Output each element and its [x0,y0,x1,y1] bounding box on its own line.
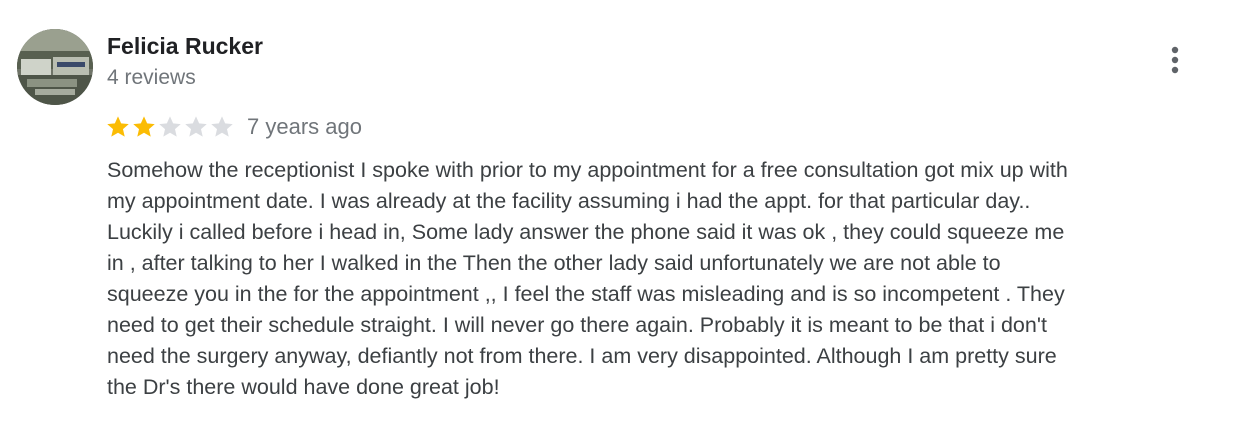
more-options-button[interactable] [1156,38,1194,82]
star-empty-icon [185,116,207,137]
star-filled-icon [107,116,129,137]
review-time: 7 years ago [247,114,362,139]
review-card: Felicia Rucker 4 reviews 7 years ago Som… [0,0,1248,422]
review-text: Somehow the receptionist I spoke with pr… [107,158,1068,399]
star-filled-icon [133,116,155,137]
author-review-count[interactable]: 4 reviews [107,66,196,90]
rating-row: 7 years ago [105,110,362,144]
more-vert-icon [1171,46,1179,74]
avatar[interactable] [17,29,93,105]
star-rating [105,114,235,140]
star-empty-icon [159,116,181,137]
author-name[interactable]: Felicia Rucker [107,33,263,60]
profile-photo [17,29,93,105]
star-empty-icon [211,116,233,137]
